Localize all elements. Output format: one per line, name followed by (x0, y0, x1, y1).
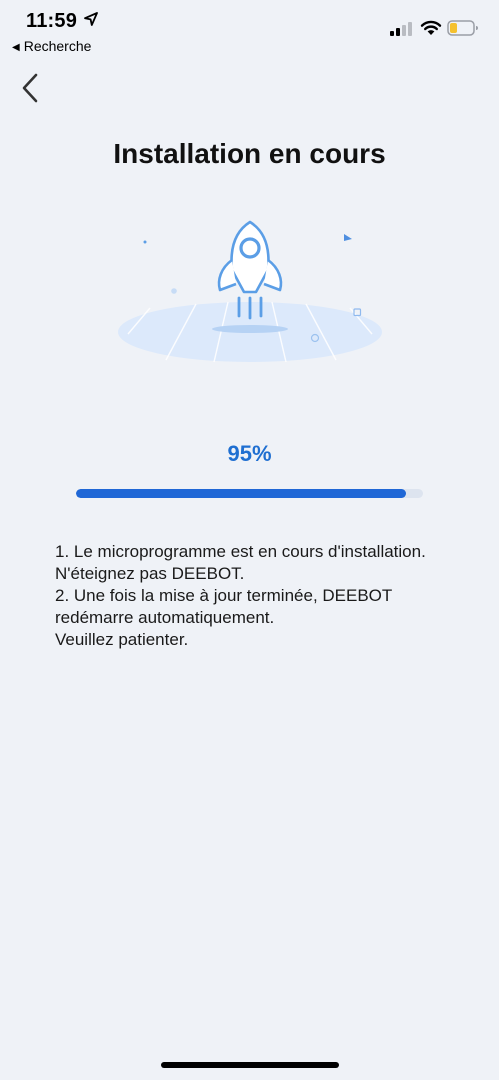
progress-percent: 95% (227, 441, 272, 466)
progress-bar-fill (76, 489, 406, 498)
battery-icon (447, 20, 478, 36)
instruction-line-2: 2. Une fois la mise à jour terminée, DEE… (55, 586, 392, 627)
back-to-app-link[interactable]: ◀ Recherche (12, 38, 91, 54)
back-triangle-icon: ◀ (12, 42, 20, 53)
instructions: 1. Le microprogramme est en cours d'inst… (55, 541, 455, 651)
chevron-left-icon[interactable] (18, 72, 44, 104)
progress-bar (76, 489, 423, 498)
status-time: 11:59 (26, 10, 78, 32)
instruction-line-3: Veuillez patienter. (55, 630, 189, 649)
status-bar: 11:59 ◀ Recherche (0, 0, 499, 60)
instruction-line-1: 1. Le microprogramme est en cours d'inst… (55, 542, 426, 583)
wifi-icon (420, 20, 442, 35)
location-arrow-icon (84, 12, 98, 26)
rocket-icon (118, 220, 382, 363)
page-title: Installation en cours (113, 138, 386, 169)
signal-bars-icon (390, 22, 412, 36)
home-indicator[interactable] (161, 1062, 339, 1068)
back-app-label: Recherche (23, 38, 92, 54)
